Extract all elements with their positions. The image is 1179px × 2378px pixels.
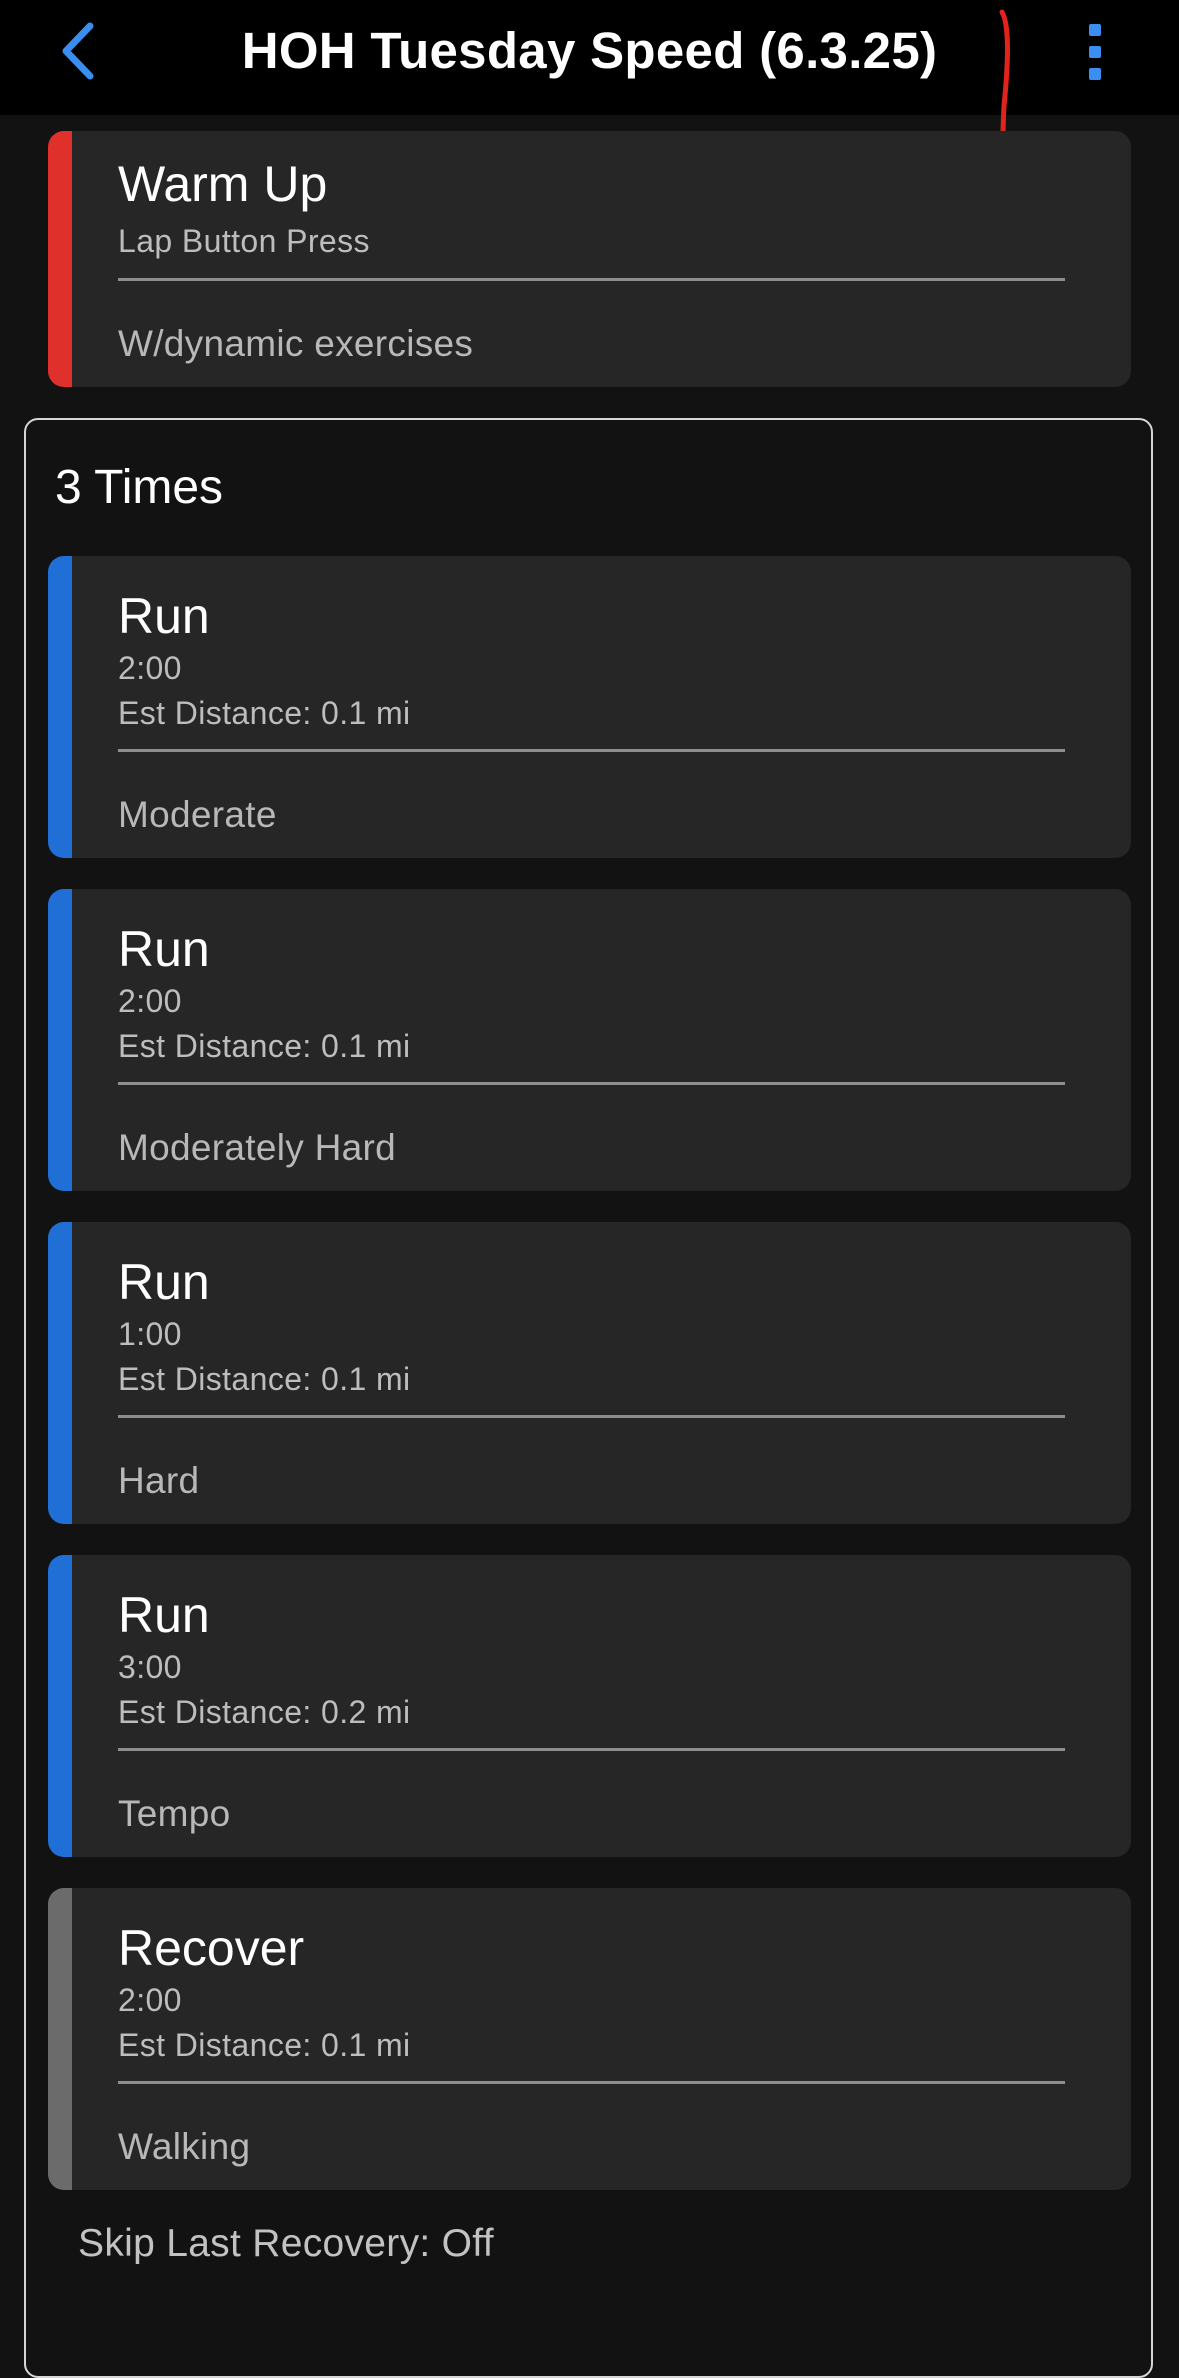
step-est-distance: Est Distance: 0.1 mi xyxy=(118,1028,411,1064)
more-options-button[interactable] xyxy=(1080,18,1110,84)
step-title: Run xyxy=(118,1587,210,1643)
step-note: W/dynamic exercises xyxy=(118,323,474,364)
step-color-bar xyxy=(48,1555,72,1857)
step-title: Run xyxy=(118,1254,210,1310)
step-divider xyxy=(118,749,1065,752)
step-note: Walking xyxy=(118,2126,251,2167)
step-color-bar xyxy=(48,889,72,1191)
step-est-distance: Est Distance: 0.1 mi xyxy=(118,1361,411,1397)
step-duration: 1:00 xyxy=(118,1316,182,1352)
step-duration: 2:00 xyxy=(118,1982,182,2018)
step-divider xyxy=(118,278,1065,281)
step-card-run[interactable]: Run 1:00 Est Distance: 0.1 mi Hard xyxy=(48,1222,1131,1524)
step-note: Tempo xyxy=(118,1793,231,1834)
skip-last-recovery-setting: Skip Last Recovery: Off xyxy=(78,2222,494,2265)
step-note: Moderate xyxy=(118,794,277,835)
step-divider xyxy=(118,2081,1065,2084)
step-note: Moderately Hard xyxy=(118,1127,397,1168)
step-duration: 2:00 xyxy=(118,983,182,1019)
step-card-run[interactable]: Run 2:00 Est Distance: 0.1 mi Moderately… xyxy=(48,889,1131,1191)
step-est-distance: Est Distance: 0.1 mi xyxy=(118,695,411,731)
step-color-bar xyxy=(48,1888,72,2190)
top-bar: HOH Tuesday Speed (6.3.25) xyxy=(0,0,1179,115)
step-title: Warm Up xyxy=(118,156,328,212)
step-card-warmup[interactable]: Warm Up Lap Button Press W/dynamic exerc… xyxy=(48,131,1131,387)
step-color-bar xyxy=(48,131,72,387)
step-card-run[interactable]: Run 3:00 Est Distance: 0.2 mi Tempo xyxy=(48,1555,1131,1857)
step-divider xyxy=(118,1748,1065,1751)
repeat-count-label: 3 Times xyxy=(55,461,224,514)
step-card-run[interactable]: Run 2:00 Est Distance: 0.1 mi Moderate xyxy=(48,556,1131,858)
step-color-bar xyxy=(48,556,72,858)
step-divider xyxy=(118,1082,1065,1085)
step-duration: 2:00 xyxy=(118,650,182,686)
step-divider xyxy=(118,1415,1065,1418)
step-duration: 3:00 xyxy=(118,1649,182,1685)
step-title: Run xyxy=(118,921,210,977)
step-note: Hard xyxy=(118,1460,200,1501)
page-title: HOH Tuesday Speed (6.3.25) xyxy=(241,22,938,79)
step-est-distance: Est Distance: 0.1 mi xyxy=(118,2027,411,2063)
step-est-distance: Est Distance: 0.2 mi xyxy=(118,1694,411,1730)
step-title: Recover xyxy=(118,1920,305,1976)
step-title: Run xyxy=(118,588,210,644)
step-duration: Lap Button Press xyxy=(118,223,370,259)
step-color-bar xyxy=(48,1222,72,1524)
step-card-recover[interactable]: Recover 2:00 Est Distance: 0.1 mi Walkin… xyxy=(48,1888,1131,2190)
